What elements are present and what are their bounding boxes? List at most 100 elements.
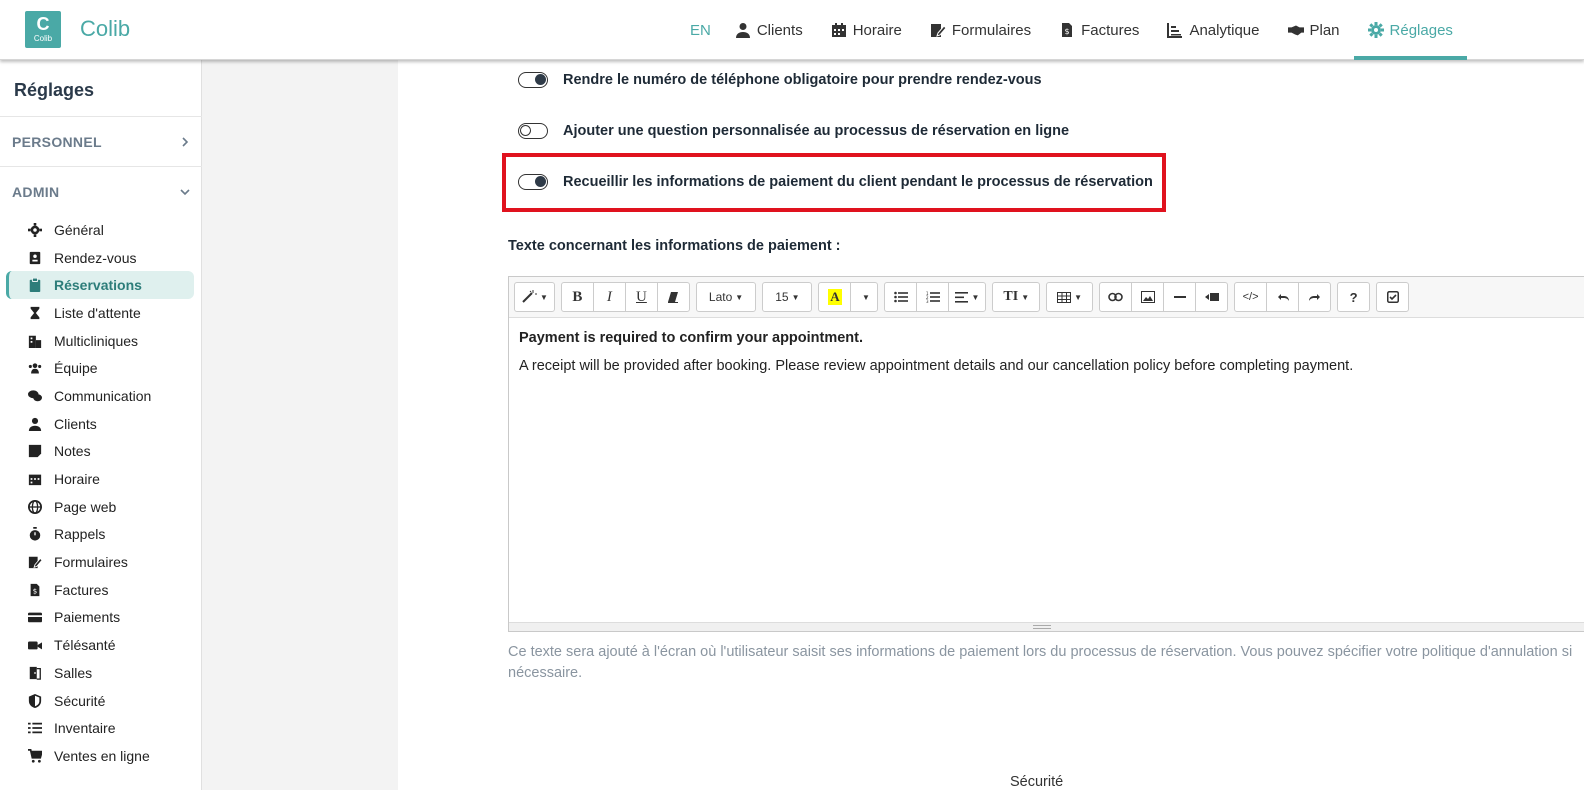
sidebar-item-label: Général: [54, 221, 104, 238]
toggle-row-collect-payment: Recueillir les informations de paiement …: [518, 170, 1153, 194]
sidebar-item-inventaire[interactable]: Inventaire: [6, 714, 194, 742]
sidebar-item-reservations[interactable]: Réservations: [6, 271, 194, 300]
sidebar-item-clients[interactable]: Clients: [6, 410, 194, 438]
numbered-list-button[interactable]: 123: [916, 282, 950, 312]
redo-icon: [1308, 293, 1320, 301]
sidebar-item-horaire[interactable]: Horaire: [6, 465, 194, 493]
code-view-button[interactable]: </>: [1234, 282, 1268, 312]
image-button[interactable]: [1131, 282, 1165, 312]
toggle-label: Ajouter une question personnalisée au pr…: [563, 123, 1070, 139]
underline-button[interactable]: U: [624, 282, 658, 312]
collect-payment-toggle[interactable]: [518, 174, 548, 190]
page-gutter: [202, 60, 398, 790]
main-nav: EN Clients Horaire Formulaires $ Facture…: [680, 0, 1467, 60]
sidebar-item-label: Réservations: [54, 277, 142, 294]
sidebar-item-communication[interactable]: Communication: [6, 382, 194, 410]
redo-button[interactable]: [1298, 282, 1332, 312]
sidebar-item-multicliniques[interactable]: Multicliniques: [6, 327, 194, 355]
text-height-icon: TI: [1003, 289, 1019, 304]
text-height-dropdown[interactable]: TI ▼: [992, 282, 1041, 312]
sidebar-item-label: Inventaire: [54, 720, 116, 737]
brand-name[interactable]: Colib: [80, 16, 130, 42]
sidebar-item-liste-attente[interactable]: Liste d'attente: [6, 299, 194, 327]
chevron-right-icon: [182, 136, 189, 147]
section-admin[interactable]: ADMIN: [0, 166, 202, 216]
bullet-list-icon: [894, 291, 908, 303]
language-toggle[interactable]: EN: [680, 0, 721, 60]
style-button[interactable]: ▼: [514, 282, 555, 312]
sidebar-item-ventes-en-ligne[interactable]: Ventes en ligne: [6, 742, 194, 770]
question-icon: ?: [1349, 289, 1358, 305]
sidebar-item-label: Équipe: [54, 360, 98, 377]
align-dropdown-button[interactable]: ▼: [948, 282, 987, 312]
highlight-a-icon: A: [828, 289, 842, 305]
payment-text-help: Ce texte sera ajouté à l'écran où l'util…: [508, 642, 1584, 684]
undo-button[interactable]: [1266, 282, 1300, 312]
chevron-down-icon: [180, 188, 190, 195]
sidebar-item-paiements[interactable]: Paiements: [6, 604, 194, 632]
nav-plan[interactable]: Plan: [1274, 0, 1354, 60]
apply-button[interactable]: [1376, 282, 1410, 312]
highlight-color-button[interactable]: A: [818, 282, 852, 312]
nav-formulaires[interactable]: Formulaires: [916, 0, 1045, 60]
sidebar-item-label: Horaire: [54, 471, 100, 488]
sidebar-item-notes[interactable]: Notes: [6, 438, 194, 466]
svg-text:$: $: [33, 587, 37, 595]
gear-icon: [28, 222, 42, 237]
resize-grip-icon: [1033, 625, 1051, 629]
svg-text:$: $: [1065, 27, 1070, 36]
phone-required-toggle[interactable]: [518, 72, 548, 88]
nav-label: Réglages: [1389, 21, 1453, 39]
sidebar-item-formulaires[interactable]: Formulaires: [6, 548, 194, 576]
bullet-list-button[interactable]: [884, 282, 918, 312]
hourglass-icon: [30, 306, 40, 320]
sidebar-item-rendez-vous[interactable]: Rendez-vous: [6, 244, 194, 272]
bold-button[interactable]: B: [560, 282, 594, 312]
payment-text-editor: ▼ B I U Lato ▼ 15 ▼ A ▼ 1 2 3 ▼ TI ▼ ▼ <…: [508, 276, 1584, 632]
italic-button[interactable]: I: [592, 282, 626, 312]
eraser-button[interactable]: [656, 282, 690, 312]
nav-clients[interactable]: Clients: [721, 0, 817, 60]
link-button[interactable]: [1099, 282, 1133, 312]
sidebar-item-page-web[interactable]: Page web: [6, 493, 194, 521]
cart-icon: [28, 748, 42, 763]
sidebar-item-salles[interactable]: Salles: [6, 659, 194, 687]
globe-icon: [28, 499, 42, 514]
top-navbar: C Colib Colib EN Clients Horaire Formula…: [0, 0, 1584, 60]
editor-resize-bar[interactable]: [509, 622, 1584, 631]
video-embed-button[interactable]: [1195, 282, 1229, 312]
table-dropdown[interactable]: ▼: [1046, 282, 1094, 312]
door-icon: [29, 666, 41, 680]
custom-question-toggle[interactable]: [518, 123, 548, 139]
invoice-icon: $: [30, 583, 40, 596]
user-icon: [28, 417, 42, 431]
nav-label: Analytique: [1189, 21, 1260, 39]
sidebar-item-telesante[interactable]: Télésanté: [6, 631, 194, 659]
nav-reglages[interactable]: Réglages: [1353, 0, 1467, 60]
sidebar-item-securite[interactable]: Sécurité: [6, 687, 194, 715]
help-button[interactable]: ?: [1337, 282, 1371, 312]
colib-logo[interactable]: C Colib: [25, 11, 61, 48]
horizontal-rule-button[interactable]: [1163, 282, 1197, 312]
magic-wand-icon: [522, 290, 537, 303]
sidebar-item-factures[interactable]: $ Factures: [6, 576, 194, 604]
sidebar-item-rappels[interactable]: Rappels: [6, 521, 194, 549]
nav-horaire[interactable]: Horaire: [817, 0, 916, 60]
code-icon: </>: [1242, 291, 1259, 303]
section-personnel[interactable]: PERSONNEL: [0, 116, 202, 166]
nav-analytique[interactable]: Analytique: [1153, 0, 1273, 60]
settings-sidebar: Réglages PERSONNEL ADMIN Général Rendez-…: [0, 60, 202, 790]
editor-content-area[interactable]: Payment is required to confirm your appo…: [509, 318, 1584, 398]
sidebar-item-general[interactable]: Général: [6, 216, 194, 244]
color-dropdown-button[interactable]: ▼: [850, 282, 879, 312]
logo-text: Colib: [33, 34, 53, 43]
numbered-list-icon: 123: [926, 291, 940, 303]
align-left-icon: [955, 291, 969, 303]
font-family-dropdown[interactable]: Lato ▼: [695, 282, 757, 312]
font-size-dropdown[interactable]: 15 ▼: [762, 282, 813, 312]
sidebar-item-label: Salles: [54, 664, 93, 681]
stopwatch-icon: [29, 527, 41, 541]
sidebar-item-equipe[interactable]: Équipe: [6, 354, 194, 382]
logo-letter: C: [36, 14, 50, 34]
nav-factures[interactable]: $ Factures: [1045, 0, 1153, 60]
